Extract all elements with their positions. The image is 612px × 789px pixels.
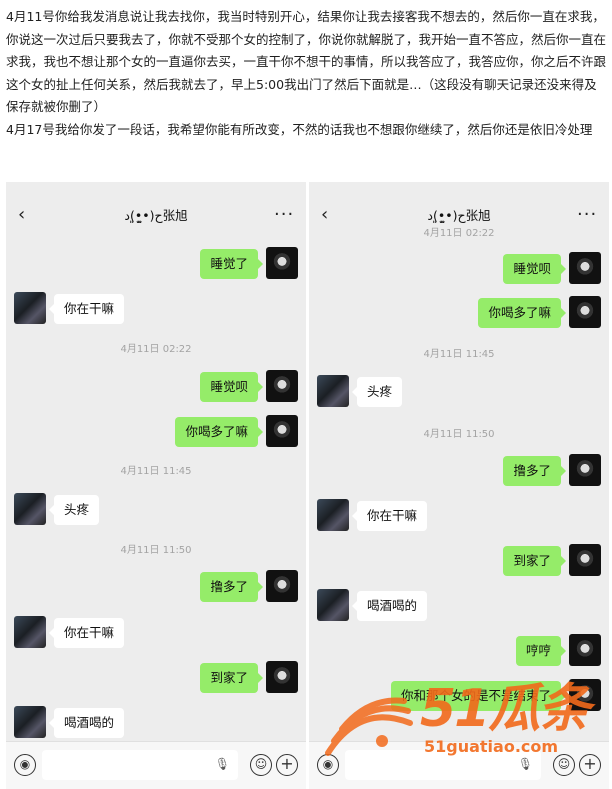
mic-icon[interactable]: 🎙 [215, 757, 230, 771]
my-message[interactable]: 到家了 [200, 663, 263, 693]
message-row: 睡觉呗 [309, 252, 609, 286]
contact-message[interactable]: 你在干嘛 [48, 618, 125, 648]
paragraph: 4月17号我给你发了一段话，我希望你能有所改变，不然的话我也不想跟你继续了，然后… [6, 121, 593, 137]
timestamp: 4月11日 11:45 [120, 466, 192, 477]
my-avatar[interactable] [266, 570, 298, 602]
my-message[interactable]: 睡觉呗 [200, 372, 263, 402]
contact-avatar[interactable] [14, 292, 46, 324]
mic-icon[interactable]: 🎙 [518, 757, 533, 771]
more-icon[interactable]: ··· [577, 204, 597, 225]
contact-avatar[interactable] [317, 589, 349, 621]
my-avatar[interactable] [266, 247, 298, 279]
contact-avatar[interactable] [14, 616, 46, 648]
my-message[interactable]: 哼哼 [515, 636, 567, 666]
my-avatar[interactable] [266, 661, 298, 693]
message-row: 你喝多了嘛 [309, 296, 609, 330]
contact-message[interactable]: 你在干嘛 [48, 294, 125, 324]
chat-title: ح(•͈̫•͈)د张旭 [124, 207, 188, 223]
message-row: 哼哼 [309, 634, 609, 668]
contact-message[interactable]: 头疼 [351, 377, 403, 407]
input-bar: ◉ 🎙 ☺ + [309, 741, 609, 789]
back-icon[interactable]: ‹ [321, 204, 341, 225]
message-row: 头疼 [6, 493, 306, 527]
my-avatar[interactable] [569, 454, 601, 486]
my-avatar[interactable] [569, 544, 601, 576]
message-row: 睡觉呗 [6, 370, 306, 404]
my-message[interactable]: 你和那个女的是不是结束了 [390, 681, 567, 711]
timestamp: 4月11日 11:45 [423, 349, 495, 360]
contact-avatar[interactable] [14, 493, 46, 525]
my-avatar[interactable] [569, 634, 601, 666]
my-message[interactable]: 撸多了 [200, 572, 263, 602]
message-row: 撸多了 [6, 570, 306, 604]
my-message[interactable]: 你喝多了嘛 [175, 417, 263, 447]
message-row: 你喝多了嘛 [6, 415, 306, 449]
message-row: 喝酒喝的 [309, 589, 609, 623]
back-icon[interactable]: ‹ [18, 204, 38, 225]
contact-avatar[interactable] [14, 706, 46, 738]
message-list: 睡觉了 你在干嘛 4月11日 02:22 睡觉呗 你喝多了嘛 4月11日 11:… [6, 232, 306, 742]
plus-icon[interactable]: + [276, 754, 298, 776]
article-text: 4月11号你给我发消息说让我去找你，我当时特别开心，结果你让我去接客我不想去的，… [0, 0, 612, 182]
contact-message[interactable]: 你在干嘛 [351, 501, 428, 531]
timestamp: 4月11日 02:22 [120, 344, 192, 355]
chat-screenshot-right: ‹ ح(•͈̫•͈)د张旭 ··· 4月11日 02:22 睡觉呗 你喝多了嘛 … [309, 182, 609, 789]
paragraph: 4月11号你给我发消息说让我去找你，我当时特别开心，结果你让我去接客我不想去的，… [6, 9, 607, 114]
voice-icon[interactable]: ◉ [317, 754, 339, 776]
contact-avatar[interactable] [317, 375, 349, 407]
my-message[interactable]: 睡觉了 [200, 249, 263, 279]
timestamp: 4月11日 11:50 [423, 429, 495, 440]
my-message[interactable]: 你喝多了嘛 [478, 298, 566, 328]
timestamp: 4月11日 11:50 [120, 545, 192, 556]
message-input[interactable]: 🎙 [42, 750, 238, 780]
my-message[interactable]: 到家了 [503, 546, 566, 576]
contact-message[interactable]: 头疼 [48, 495, 100, 525]
message-input[interactable]: 🎙 [345, 750, 541, 780]
my-avatar[interactable] [266, 370, 298, 402]
chat-header: ‹ ح(•͈̫•͈)د张旭 ··· [6, 196, 306, 232]
message-row: 到家了 [6, 661, 306, 695]
voice-icon[interactable]: ◉ [14, 754, 36, 776]
chat-screenshot-left: ‹ ح(•͈̫•͈)د张旭 ··· 睡觉了 你在干嘛 4月11日 02:22 睡… [6, 182, 306, 789]
more-icon[interactable]: ··· [274, 204, 294, 225]
screenshots: ‹ ح(•͈̫•͈)د张旭 ··· 睡觉了 你在干嘛 4月11日 02:22 睡… [0, 182, 612, 789]
my-message[interactable]: 撸多了 [503, 456, 566, 486]
message-row: 喝酒喝的 [6, 706, 306, 740]
my-avatar[interactable] [569, 679, 601, 711]
message-row: 你在干嘛 [309, 499, 609, 533]
my-avatar[interactable] [569, 296, 601, 328]
contact-avatar[interactable] [317, 499, 349, 531]
input-bar: ◉ 🎙 ☺ + [6, 741, 306, 789]
contact-message[interactable]: 喝酒喝的 [48, 708, 125, 738]
message-row: 你在干嘛 [6, 616, 306, 650]
my-avatar[interactable] [569, 252, 601, 284]
message-row: 撸多了 [309, 454, 609, 488]
chat-title: ح(•͈̫•͈)د张旭 [427, 207, 491, 223]
message-row: 到家了 [309, 544, 609, 578]
plus-icon[interactable]: + [579, 754, 601, 776]
message-row: 你和那个女的是不是结束了 [309, 679, 609, 713]
my-avatar[interactable] [266, 415, 298, 447]
contact-message[interactable]: 喝酒喝的 [351, 591, 428, 621]
message-row: 睡觉了 [6, 247, 306, 281]
message-list: 睡觉呗 你喝多了嘛 4月11日 11:45 头疼 4月11日 11:50 撸多了… [309, 232, 609, 742]
emoji-icon[interactable]: ☺ [250, 754, 272, 776]
my-message[interactable]: 睡觉呗 [503, 254, 566, 284]
message-row: 头疼 [309, 375, 609, 409]
message-row: 你在干嘛 [6, 292, 306, 326]
emoji-icon[interactable]: ☺ [553, 754, 575, 776]
